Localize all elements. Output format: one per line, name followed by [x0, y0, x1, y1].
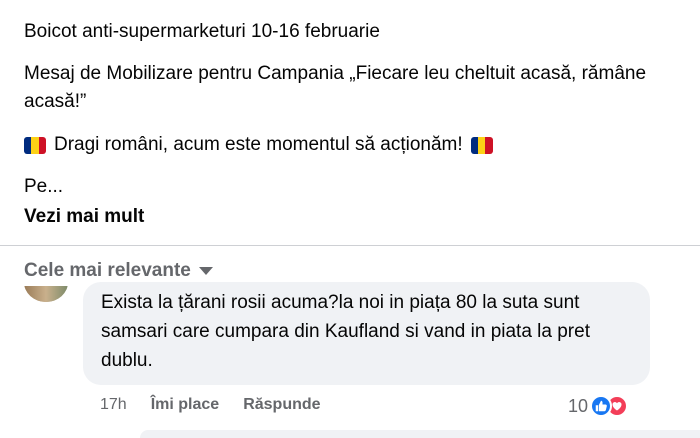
- comment-text: Exista la țărani rosii acuma?la noi in p…: [101, 292, 590, 371]
- see-more-link[interactable]: Vezi mai mult: [24, 203, 144, 231]
- comment-bubble: Exista la țărani rosii acuma?la noi in p…: [83, 282, 650, 385]
- post-greeting-line: Dragi români, acum este momentul să acți…: [24, 131, 493, 159]
- reaction-count: 10: [568, 395, 589, 416]
- like-button[interactable]: Îmi place: [151, 396, 219, 414]
- post-title: Boicot anti-supermarketuri 10-16 februar…: [24, 21, 380, 42]
- romania-flag-icon: [470, 136, 493, 154]
- comment-actions: 17h Îmi place Răspunde: [100, 396, 321, 414]
- reaction-summary[interactable]: 10: [568, 395, 629, 417]
- caret-down-icon: [198, 267, 213, 275]
- post-truncated-text: Pe...: [24, 176, 64, 197]
- post-paragraph: Mesaj de Mobilizare pentru Campania „Fie…: [24, 63, 647, 112]
- reply-button[interactable]: Răspunde: [243, 396, 320, 414]
- like-icon: [590, 395, 613, 417]
- sort-label: Cele mai relevante: [24, 260, 191, 281]
- comment-timestamp[interactable]: 17h: [100, 396, 127, 414]
- comment-sort-dropdown[interactable]: Cele mai relevante: [24, 258, 213, 284]
- post-greeting-text: Dragi români, acum este momentul să acți…: [54, 134, 463, 155]
- divider: [0, 245, 700, 246]
- romania-flag-icon: [24, 136, 46, 154]
- next-comment-bubble: [140, 430, 700, 438]
